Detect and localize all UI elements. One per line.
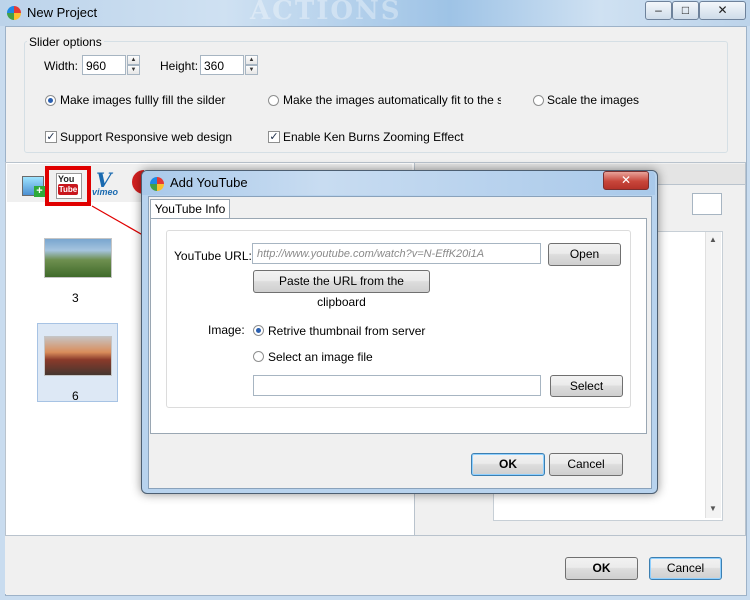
retrieve-thumbnail-label: Retrive thumbnail from server	[268, 324, 426, 338]
autofit-radio-label: Make the images automatically fit to the…	[283, 93, 501, 107]
fill-radio-label: Make images fullly fill the silder	[60, 93, 226, 107]
youtube-url-input[interactable]: http://www.youtube.com/watch?v=N-EffK20i…	[252, 243, 541, 264]
ken-burns-checkbox[interactable]: ✓	[268, 131, 280, 143]
paste-url-button[interactable]: Paste the URL from the clipboard	[253, 270, 430, 309]
minimize-button[interactable]: –	[645, 1, 672, 20]
properties-scrollbar[interactable]	[705, 232, 721, 518]
add-plus-icon: +	[34, 186, 45, 197]
vimeo-label: vimeo	[92, 187, 119, 197]
dialog-title: Add YouTube	[170, 175, 248, 190]
scale-radio[interactable]	[533, 95, 544, 106]
ken-burns-label: Enable Ken Burns Zooming Effect	[283, 130, 464, 144]
width-input[interactable]: 960	[82, 55, 126, 75]
responsive-checkbox[interactable]: ✓	[45, 131, 57, 143]
image-file-input[interactable]	[253, 375, 541, 396]
scroll-up-icon[interactable]: ▲	[709, 235, 717, 244]
maximize-button[interactable]: □	[672, 1, 699, 20]
height-spin-up-icon[interactable]: ▲	[245, 55, 258, 65]
fill-radio[interactable]	[45, 95, 56, 106]
width-spin-down-icon[interactable]: ▼	[127, 65, 140, 75]
open-button[interactable]: Open	[548, 243, 621, 266]
slide-label-3: 3	[72, 291, 79, 305]
image-label: Image:	[208, 323, 245, 337]
dialog-close-button[interactable]: ✕	[603, 171, 649, 190]
select-image-radio[interactable]	[253, 351, 264, 362]
width-label: Width:	[44, 59, 79, 73]
height-input[interactable]: 360	[200, 55, 244, 75]
height-spin-down-icon[interactable]: ▼	[245, 65, 258, 75]
youtube-highlight-box	[45, 166, 91, 206]
dialog-ok-button[interactable]: OK	[471, 453, 545, 476]
cancel-button[interactable]: Cancel	[649, 557, 722, 580]
youtube-url-label: YouTube URL:	[174, 249, 252, 263]
title-watermark: ACTIONS	[250, 0, 402, 26]
app-icon	[7, 6, 21, 20]
autofit-radio[interactable]	[268, 95, 279, 106]
responsive-label: Support Responsive web design	[60, 130, 233, 144]
scroll-down-icon[interactable]: ▼	[709, 504, 717, 513]
retrieve-thumbnail-radio[interactable]	[253, 325, 264, 336]
ok-button[interactable]: OK	[565, 557, 638, 580]
width-spinner[interactable]: ▲ ▼	[127, 55, 140, 75]
slide-label-6: 6	[72, 389, 79, 403]
tab-youtube-info[interactable]: YouTube Info	[150, 199, 230, 220]
properties-field[interactable]	[692, 193, 722, 215]
window-title: New Project	[27, 5, 98, 20]
scale-radio-label: Scale the images	[547, 93, 640, 107]
select-image-label: Select an image file	[268, 350, 373, 364]
slider-options-legend: Slider options	[27, 35, 104, 49]
width-spin-up-icon[interactable]: ▲	[127, 55, 140, 65]
height-label: Height:	[160, 59, 199, 73]
slide-thumbnail-6[interactable]	[44, 336, 112, 376]
close-button[interactable]: ✕	[699, 1, 746, 20]
dialog-app-icon	[150, 177, 164, 191]
select-button[interactable]: Select	[550, 375, 623, 397]
slide-thumbnail-3[interactable]	[44, 238, 112, 278]
height-spinner[interactable]: ▲ ▼	[245, 55, 258, 75]
dialog-cancel-button[interactable]: Cancel	[549, 453, 623, 476]
